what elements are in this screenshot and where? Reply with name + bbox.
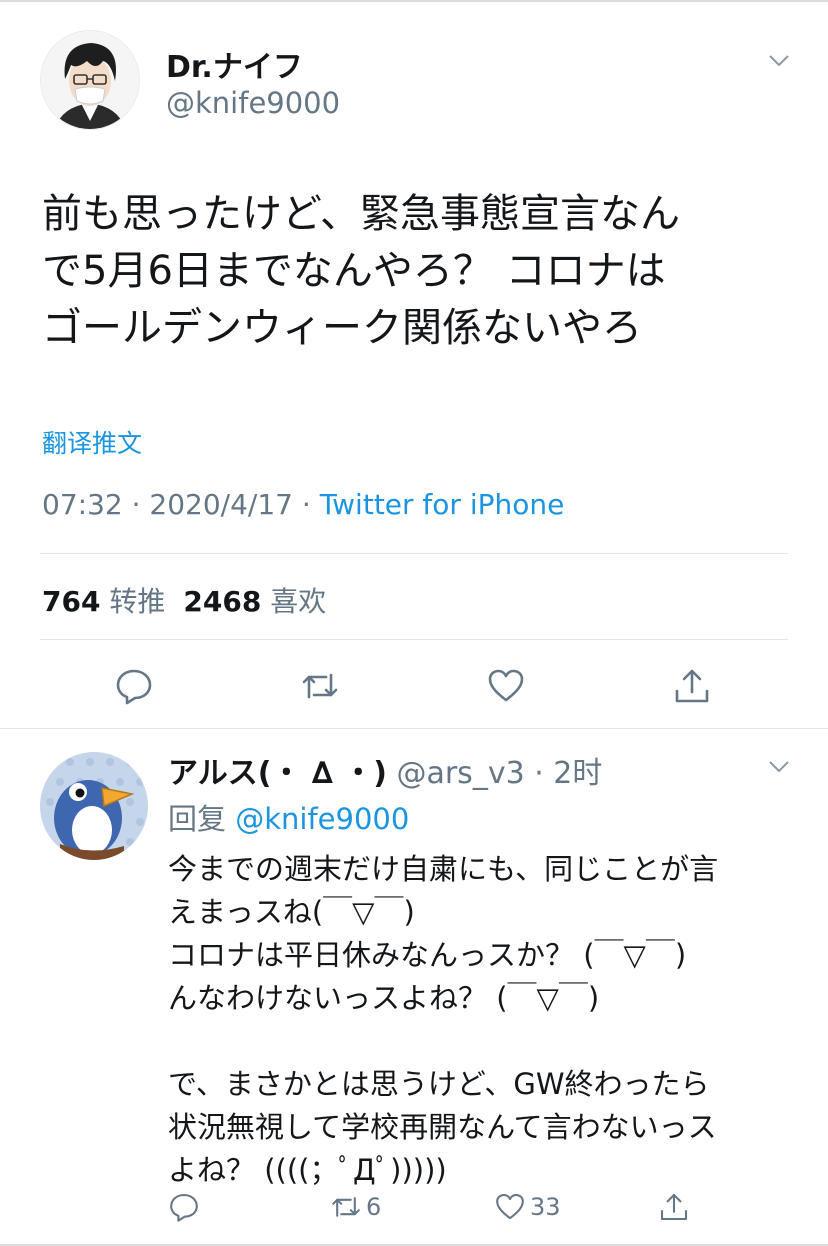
chevron-down-icon[interactable]	[768, 760, 790, 774]
tweet-meta: 07:32 · 2020/4/17 · Twitter for iPhone	[42, 488, 564, 521]
reply-reply-button[interactable]	[168, 1190, 200, 1224]
reply-share-button[interactable]	[658, 1190, 690, 1224]
tweet-source-link[interactable]: Twitter for iPhone	[320, 488, 565, 521]
tweet-date: 2020/4/17	[149, 488, 293, 521]
reply-to-mention[interactable]: @knife9000	[235, 802, 409, 836]
retweet-count[interactable]: 764	[42, 585, 100, 618]
like-count-label[interactable]: 喜欢	[270, 585, 326, 618]
author-avatar[interactable]	[40, 30, 140, 130]
reply-text-line: 状況無視して学校再開なんて言わないっス	[168, 1110, 717, 1144]
author-display-name[interactable]: Dr.ナイフ	[166, 42, 303, 86]
reply-text: 今までの週末だけ自粛にも、同じことが言 えまっスね(￣▽￣) コロナは平日休みな…	[168, 848, 798, 1192]
replying-to: 回复 @knife9000	[168, 796, 409, 838]
divider	[40, 553, 788, 554]
meta-separator: ·	[524, 756, 554, 791]
chevron-down-icon[interactable]	[768, 54, 790, 68]
reply-time[interactable]: 2时	[553, 756, 602, 791]
meta-separator: ·	[122, 488, 150, 521]
reply-text-line: 今までの週末だけ自粛にも、同じことが言	[168, 852, 719, 886]
reply-icon	[170, 1193, 198, 1222]
tweet-text-line: で5月6日までなんやろ？ コロナは	[42, 248, 666, 294]
retweet-count-label[interactable]: 转推	[109, 585, 165, 618]
tweet-text: 前も思ったけど、緊急事態宣言なん で5月6日までなんやろ？ コロナは ゴールデン…	[42, 186, 802, 357]
author-avatar-image	[41, 31, 139, 129]
translate-tweet-link[interactable]: 翻译推文	[42, 424, 142, 460]
reply-like-count: 33	[530, 1193, 561, 1221]
tweet-text-line: 前も思ったけど、緊急事態宣言なん	[42, 191, 680, 237]
like-icon[interactable]	[486, 666, 526, 706]
like-count[interactable]: 2468	[183, 585, 261, 618]
retweet-icon[interactable]	[300, 666, 340, 706]
like-icon	[496, 1193, 524, 1220]
reply-to-prefix: 回复	[168, 802, 236, 836]
reply-text-line: コロナは平日休みなんっスか？ (￣▽￣)	[168, 938, 687, 972]
reply-icon[interactable]	[114, 666, 154, 706]
retweet-icon	[332, 1197, 360, 1217]
reply-text-line: えまっスね(￣▽￣)	[168, 895, 415, 929]
meta-separator: ·	[292, 488, 320, 521]
reply-author-name[interactable]: アルス(・ ∆ ・)	[168, 756, 387, 791]
reply-retweet-button[interactable]: 6	[330, 1190, 381, 1224]
top-border	[0, 0, 828, 2]
author-handle[interactable]: @knife9000	[166, 86, 340, 120]
reply-like-button[interactable]: 33	[494, 1190, 561, 1224]
reply-header: アルス(・ ∆ ・) @ars_v3 · 2时	[168, 748, 602, 792]
reply-avatar-image	[40, 752, 148, 860]
tweet-text-line: ゴールデンウィーク関係ないやろ	[42, 305, 642, 351]
section-divider	[0, 728, 828, 729]
reply-text-line: で、まさかとは思うけど、GW終わったら	[168, 1067, 710, 1101]
reply-retweet-count: 6	[366, 1193, 382, 1221]
divider	[40, 639, 788, 640]
tweet-time: 07:32	[42, 488, 123, 521]
reply-text-line: んなわけないっスよね？ (￣▽￣)	[168, 981, 600, 1015]
reply-author-avatar[interactable]	[40, 752, 148, 860]
reply-text-line	[168, 1020, 798, 1063]
reply-author-handle[interactable]: @ars_v3	[396, 756, 524, 791]
tweet-stats: 764 转推 2468 喜欢	[42, 580, 344, 620]
share-icon	[660, 1193, 688, 1221]
share-icon[interactable]	[672, 666, 712, 706]
reply-text-line: よね？ ((((；ﾟДﾟ)))))	[168, 1153, 447, 1187]
